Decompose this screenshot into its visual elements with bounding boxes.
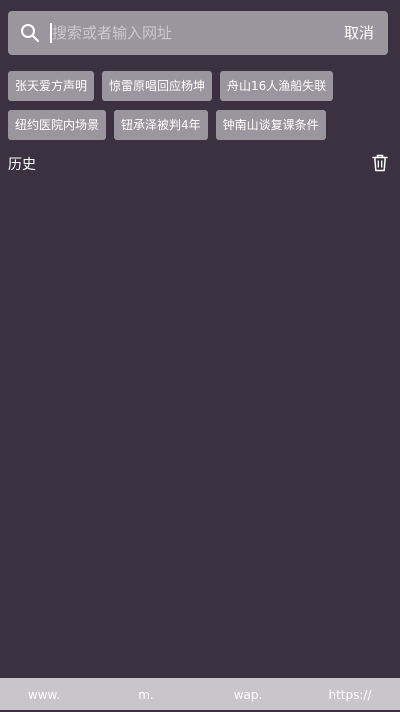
hot-tag[interactable]: 舟山16人渔船失联 (220, 71, 334, 101)
search-icon (21, 24, 39, 42)
tag-row: 纽约医院内场景 钮承泽被判4年 钟南山谈复课条件 (8, 110, 392, 140)
url-prefix-bar: www. m. wap. https:// (0, 678, 400, 710)
hot-tag[interactable]: 纽约医院内场景 (8, 110, 107, 140)
search-bar: 取消 (8, 11, 388, 55)
prefix-https[interactable]: https:// (300, 678, 400, 710)
trash-icon[interactable] (372, 154, 388, 172)
tag-row: 张天爱方声明 惊雷原唱回应杨坤 舟山16人渔船失联 (8, 71, 392, 101)
history-title: 历史 (8, 157, 36, 173)
cancel-button[interactable]: 取消 (344, 11, 374, 55)
prefix-www[interactable]: www. (0, 678, 94, 710)
prefix-wap[interactable]: wap. (198, 678, 298, 710)
hot-search-tags: 张天爱方声明 惊雷原唱回应杨坤 舟山16人渔船失联 纽约医院内场景 钮承泽被判4… (8, 71, 392, 149)
hot-tag[interactable]: 张天爱方声明 (8, 71, 95, 101)
hot-tag[interactable]: 惊雷原唱回应杨坤 (102, 71, 213, 101)
hot-tag[interactable]: 钮承泽被判4年 (114, 110, 208, 140)
search-input[interactable] (52, 17, 322, 49)
hot-tag[interactable]: 钟南山谈复课条件 (215, 110, 326, 140)
prefix-m[interactable]: m. (96, 678, 196, 710)
